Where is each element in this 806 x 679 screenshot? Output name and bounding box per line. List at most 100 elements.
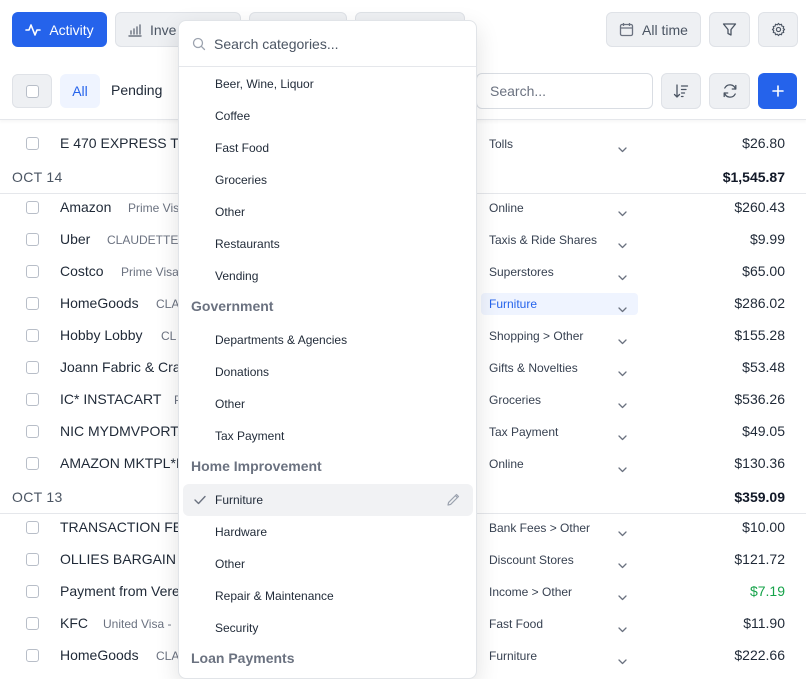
category-option[interactable]: Restaurants bbox=[183, 228, 473, 260]
investments-label: Inve bbox=[150, 21, 177, 38]
transaction-search-input[interactable] bbox=[476, 73, 653, 109]
sort-button[interactable] bbox=[661, 73, 701, 109]
category-option[interactable]: Coffee bbox=[183, 100, 473, 132]
transaction-amount: $49.05 bbox=[742, 423, 785, 439]
checkbox-box bbox=[26, 585, 39, 598]
row-checkbox[interactable] bbox=[26, 137, 39, 150]
category-select[interactable]: Superstores bbox=[481, 261, 638, 283]
category-select[interactable]: Online bbox=[481, 197, 638, 219]
category-option[interactable]: Groceries bbox=[183, 164, 473, 196]
chevron-down-icon bbox=[618, 620, 627, 638]
pencil-icon[interactable] bbox=[446, 492, 461, 510]
row-checkbox[interactable] bbox=[26, 585, 39, 598]
category-select[interactable]: Taxis & Ride Shares bbox=[481, 229, 638, 251]
category-option[interactable]: Beer, Wine, Liquor bbox=[183, 68, 473, 100]
chevron-down-icon bbox=[618, 268, 627, 286]
settings-button[interactable] bbox=[758, 12, 798, 47]
row-checkbox[interactable] bbox=[26, 297, 39, 310]
row-checkbox[interactable] bbox=[26, 361, 39, 374]
select-all-checkbox[interactable] bbox=[12, 74, 52, 108]
chevron-down-icon bbox=[618, 556, 627, 574]
chevron-down-icon bbox=[618, 428, 627, 446]
date-range-button[interactable]: All time bbox=[606, 12, 701, 47]
row-checkbox[interactable] bbox=[26, 201, 39, 214]
merchant-name: Costco bbox=[60, 263, 104, 279]
merchant-name: Joann Fabric & Cra bbox=[60, 359, 181, 375]
refresh-icon bbox=[722, 83, 738, 99]
row-checkbox[interactable] bbox=[26, 617, 39, 630]
category-select[interactable]: Gifts & Novelties bbox=[481, 357, 638, 379]
row-checkbox[interactable] bbox=[26, 393, 39, 406]
category-option[interactable]: Hardware bbox=[183, 516, 473, 548]
checkbox-box bbox=[26, 297, 39, 310]
checkbox-box bbox=[26, 457, 39, 470]
add-transaction-button[interactable] bbox=[758, 73, 797, 109]
chevron-down-icon bbox=[618, 652, 627, 670]
category-option[interactable]: Security bbox=[183, 612, 473, 644]
category-select[interactable]: Fast Food bbox=[481, 613, 638, 635]
checkbox-box bbox=[26, 649, 39, 662]
transaction-amount: $10.00 bbox=[742, 519, 785, 535]
row-checkbox[interactable] bbox=[26, 329, 39, 342]
checkbox-box bbox=[26, 361, 39, 374]
category-option[interactable]: Other bbox=[183, 548, 473, 580]
category-select[interactable]: Furniture bbox=[481, 645, 638, 667]
transaction-amount: $53.48 bbox=[742, 359, 785, 375]
checkbox-box bbox=[26, 329, 39, 342]
category-select[interactable]: Online bbox=[481, 453, 638, 475]
category-select[interactable]: Tolls bbox=[481, 133, 638, 155]
filter-icon bbox=[722, 22, 737, 37]
category-group-header: Loan Payments bbox=[191, 650, 295, 666]
category-option[interactable]: Tax Payment bbox=[183, 420, 473, 452]
transaction-amount: $121.72 bbox=[734, 551, 785, 567]
chevron-down-icon bbox=[618, 204, 627, 222]
category-search bbox=[179, 21, 476, 67]
category-option[interactable]: Furniture bbox=[183, 484, 473, 516]
row-checkbox[interactable] bbox=[26, 649, 39, 662]
category-option[interactable]: Other bbox=[183, 388, 473, 420]
category-option[interactable]: Fast Food bbox=[183, 132, 473, 164]
date-total: $359.09 bbox=[734, 489, 785, 505]
transaction-amount: $222.66 bbox=[734, 647, 785, 663]
chevron-down-icon bbox=[618, 396, 627, 414]
category-option-label: Other bbox=[215, 205, 246, 219]
category-option[interactable]: Departments & Agencies bbox=[183, 324, 473, 356]
category-search-input[interactable] bbox=[214, 31, 464, 57]
checkbox-box bbox=[26, 233, 39, 246]
filter-all-tab[interactable]: All bbox=[60, 74, 100, 108]
category-select[interactable]: Shopping > Other bbox=[481, 325, 638, 347]
row-checkbox[interactable] bbox=[26, 457, 39, 470]
category-option[interactable]: Vending bbox=[183, 260, 473, 292]
activity-tab-button[interactable]: Activity bbox=[12, 12, 107, 47]
transaction-amount: $11.90 bbox=[743, 615, 785, 631]
category-option[interactable]: Donations bbox=[183, 356, 473, 388]
category-select[interactable]: Discount Stores bbox=[481, 549, 638, 571]
refresh-button[interactable] bbox=[709, 73, 750, 109]
filter-button[interactable] bbox=[709, 12, 750, 47]
account-label: CLAUDETTE bbox=[107, 233, 179, 247]
row-checkbox[interactable] bbox=[26, 233, 39, 246]
category-option[interactable]: Repair & Maintenance bbox=[183, 580, 473, 612]
category-option[interactable]: Other bbox=[183, 196, 473, 228]
row-checkbox[interactable] bbox=[26, 265, 39, 278]
merchant-name: NIC MYDMVPORTA bbox=[60, 423, 188, 439]
row-checkbox[interactable] bbox=[26, 521, 39, 534]
category-select[interactable]: Tax Payment bbox=[481, 421, 638, 443]
category-select[interactable]: Groceries bbox=[481, 389, 638, 411]
merchant-name: IC* INSTACART bbox=[60, 391, 162, 407]
category-select[interactable]: Income > Other bbox=[481, 581, 638, 603]
transaction-amount: $65.00 bbox=[742, 263, 785, 279]
account-label: CLA bbox=[156, 297, 180, 311]
category-select[interactable]: Furniture bbox=[481, 293, 638, 315]
filter-pending-tab[interactable]: Pending bbox=[111, 82, 162, 98]
date-label: OCT 14 bbox=[12, 169, 63, 185]
row-checkbox[interactable] bbox=[26, 553, 39, 566]
category-option-label: Other bbox=[215, 557, 246, 571]
row-checkbox[interactable] bbox=[26, 425, 39, 438]
chevron-down-icon bbox=[618, 588, 627, 606]
activity-label: Activity bbox=[49, 21, 94, 38]
category-group-header: Home Improvement bbox=[191, 458, 322, 474]
merchant-name: Uber bbox=[60, 231, 91, 247]
account-label: Prime Visa bbox=[121, 265, 179, 279]
category-select[interactable]: Bank Fees > Other bbox=[481, 517, 638, 539]
